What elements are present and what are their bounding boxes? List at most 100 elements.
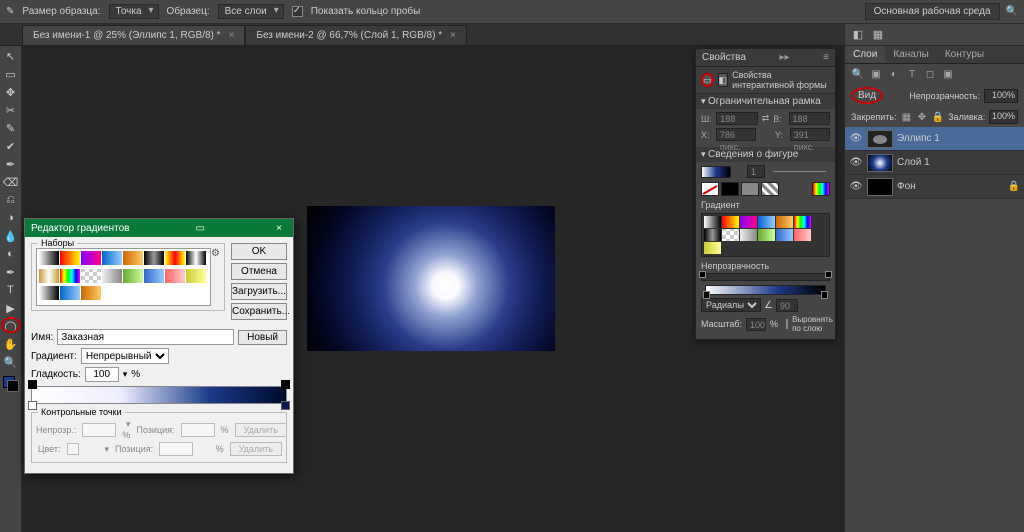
mask-icon[interactable]: ◧ [718,73,729,87]
gear-icon[interactable]: ⚙ [211,248,220,259]
collapse-icon[interactable]: ▸▸ [780,52,790,63]
dodge-tool[interactable]: ◐ [2,246,20,262]
visibility-icon[interactable]: 👁 [849,157,863,168]
gradient-preset[interactable] [740,216,757,228]
cancel-button[interactable]: Отмена [231,263,287,280]
filter-shape-icon[interactable]: ◻ [923,67,937,81]
swatches-panel-icon[interactable]: ▦ [871,28,885,42]
type-tool[interactable]: T [2,282,20,298]
delete-stop-button[interactable]: Удалить [235,423,287,437]
gradient-preset[interactable] [758,216,775,228]
delete-color-stop-button[interactable]: Удалить [230,442,282,456]
visibility-icon[interactable]: 👁 [849,133,863,144]
visibility-icon[interactable]: 👁 [849,181,863,192]
document-tab[interactable]: Без имени-2 @ 66,7% (Слой 1, RGB/8) *× [245,25,467,45]
zoom-tool[interactable]: 🔍 [2,354,20,370]
gradient-type-select[interactable]: Непрерывный [81,348,169,364]
gradient-preset[interactable] [794,229,811,241]
gradient-preset[interactable] [102,269,122,283]
align-checkbox[interactable] [786,319,788,329]
layer-item[interactable]: 👁 Слой 1 [845,151,1024,175]
gradient-preset[interactable] [81,251,101,265]
gradient-preset[interactable] [123,269,143,283]
color-panel-icon[interactable]: ◧ [851,28,865,42]
fill-gradient-swatch[interactable] [741,182,759,196]
crop-tool[interactable]: ✂ [2,102,20,118]
gradient-name-input[interactable] [57,329,234,345]
filter-smart-icon[interactable]: ▣ [941,67,955,81]
opacity-slider[interactable] [701,273,830,281]
gradient-tool[interactable]: ◑ [2,210,20,226]
workspace-button[interactable]: Основная рабочая среда [865,3,1000,20]
gradient-preset[interactable] [144,251,164,265]
gradient-preset[interactable] [704,216,721,228]
gradient-preset[interactable] [722,229,739,241]
gradient-ramp[interactable] [31,386,287,404]
gradient-preset[interactable] [81,286,101,300]
gradient-preset[interactable] [60,251,80,265]
gradient-type-select[interactable]: Радиальный [701,298,761,312]
gradient-preset[interactable] [123,251,143,265]
show-ring-checkbox[interactable] [292,6,303,17]
gradient-preset[interactable] [81,269,101,283]
stop-position-input[interactable] [181,423,215,437]
document-tab[interactable]: Без имени-1 @ 25% (Эллипс 1, RGB/8) *× [22,25,245,45]
close-icon[interactable]: × [271,223,287,234]
width-input[interactable]: 188 пикс. [716,112,758,125]
color-swatch[interactable] [3,376,19,392]
filter-pixel-icon[interactable]: ▣ [869,67,883,81]
search-icon[interactable]: 🔍 [1006,6,1018,17]
x-input[interactable]: 786 пикс. [716,128,756,141]
lock-position-icon[interactable]: ✥ [916,110,928,124]
path-tool[interactable]: ▶ [2,300,20,316]
gradient-preset[interactable] [39,286,59,300]
gradient-preset[interactable] [758,229,775,241]
marquee-tool[interactable]: ▭ [2,66,20,82]
gradient-preset[interactable] [186,269,206,283]
gradient-preset[interactable] [39,251,59,265]
gradient-preset[interactable] [60,286,80,300]
close-icon[interactable]: × [229,30,235,41]
gradient-preset[interactable] [186,251,206,265]
tab-layers[interactable]: Слои [845,46,885,63]
fill-pattern-swatch[interactable] [761,182,779,196]
gradient-preset[interactable] [794,216,811,228]
tab-channels[interactable]: Каналы [885,46,937,63]
color-picker-swatch[interactable] [812,182,830,196]
fill-none-swatch[interactable] [701,182,719,196]
sample-size-select[interactable]: Точка [109,4,159,19]
shape-tool[interactable]: ◯ [2,318,20,334]
load-button[interactable]: Загрузить... [231,283,287,300]
gradient-preset[interactable] [704,229,721,241]
gradient-preset[interactable] [165,251,185,265]
lasso-tool[interactable]: ✥ [2,84,20,100]
tab-paths[interactable]: Контуры [937,46,992,63]
fill-input[interactable]: 100% [989,110,1018,124]
eraser-tool[interactable]: ⎌ [2,192,20,208]
filter-type-icon[interactable]: T [905,67,919,81]
height-input[interactable]: 188 пикс. [789,112,831,125]
gradient-preset[interactable] [722,216,739,228]
dialog-titlebar[interactable]: Редактор градиентов ▭ × [25,219,293,237]
sample-select[interactable]: Все слои [218,4,284,19]
filter-adj-icon[interactable]: ◐ [887,67,901,81]
stop-color-swatch[interactable] [67,443,79,455]
gradient-preset[interactable] [776,229,793,241]
opacity-input[interactable]: 100% [984,89,1018,103]
blur-tool[interactable]: 💧 [2,228,20,244]
layer-item[interactable]: 👁 Фон 🔒 [845,175,1024,199]
stop-position-input-2[interactable] [159,442,193,456]
maximize-icon[interactable]: ▭ [192,223,208,234]
live-shape-icon[interactable]: ▭ [701,73,714,87]
brush-tool[interactable]: ✒ [2,156,20,172]
angle-input[interactable]: 90 [776,299,798,312]
blend-mode-select[interactable]: Вид [851,87,883,104]
opacity-stop[interactable] [28,380,37,389]
layer-item[interactable]: 👁 Эллипс 1 [845,127,1024,151]
gradient-preset[interactable] [60,269,80,283]
opacity-stop[interactable] [281,380,290,389]
y-input[interactable]: 391 пикс. [790,128,830,141]
healing-tool[interactable]: ✔ [2,138,20,154]
pen-tool[interactable]: ✒ [2,264,20,280]
close-icon[interactable]: × [450,30,456,41]
